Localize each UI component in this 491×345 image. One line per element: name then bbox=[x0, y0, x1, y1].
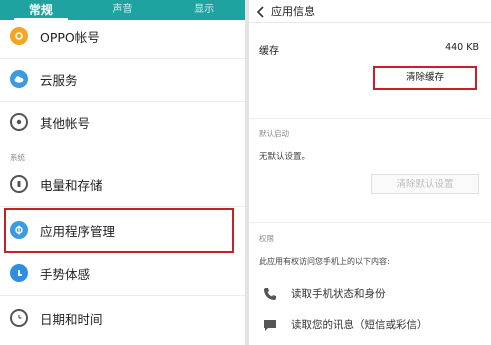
settings-item-date-time[interactable]: 日期和时间 bbox=[0, 298, 245, 338]
gesture-icon bbox=[10, 264, 28, 282]
settings-item-gestures[interactable]: 手势体感 bbox=[0, 253, 245, 293]
settings-item-other-accounts[interactable]: 其他帐号 bbox=[0, 102, 245, 142]
divider bbox=[249, 222, 491, 223]
settings-item-label: 日期和时间 bbox=[40, 311, 103, 327]
cache-value: 440 KB bbox=[445, 42, 479, 53]
back-chevron-icon[interactable] bbox=[255, 4, 267, 18]
battery-storage-icon bbox=[10, 175, 28, 193]
settings-panel: 常规 声音 显示 OPPO帐号 云服务 其他帐号 系统 电量和存储 应用程序管理… bbox=[0, 0, 245, 345]
cache-label: 缓存 bbox=[259, 46, 279, 57]
permission-label: 读取手机状态和身份 bbox=[291, 288, 386, 300]
section-label-default-launch: 默认启动 bbox=[259, 129, 289, 138]
app-info-header: 应用信息 bbox=[249, 0, 491, 23]
section-label-system: 系统 bbox=[10, 153, 25, 162]
phone-icon bbox=[263, 286, 277, 300]
settings-item-cloud[interactable]: 云服务 bbox=[0, 59, 245, 99]
permissions-intro: 此应用有权访问您手机上的以下内容: bbox=[259, 257, 390, 266]
no-defaults-text: 无默认设置。 bbox=[259, 152, 311, 162]
cloud-icon bbox=[10, 70, 28, 88]
divider bbox=[0, 206, 245, 207]
highlight-box-app-management bbox=[4, 208, 234, 253]
settings-item-label: 电量和存储 bbox=[40, 177, 103, 193]
app-info-panel: 应用信息 缓存 440 KB 清除缓存 默认启动 无默认设置。 清除默认设置 权… bbox=[249, 0, 491, 345]
permission-item-phone-state: 读取手机状态和身份 bbox=[249, 282, 491, 306]
permission-item-messages: 读取您的讯息（短信或彩信） bbox=[249, 313, 491, 337]
settings-item-label: 云服务 bbox=[40, 72, 78, 88]
clear-defaults-button[interactable]: 清除默认设置 bbox=[371, 174, 479, 194]
settings-item-battery-storage[interactable]: 电量和存储 bbox=[0, 164, 245, 204]
page-title: 应用信息 bbox=[271, 5, 315, 18]
settings-item-label: 手势体感 bbox=[40, 266, 91, 282]
clock-icon bbox=[10, 309, 28, 327]
accounts-icon bbox=[10, 113, 28, 131]
permission-label: 读取您的讯息（短信或彩信） bbox=[291, 319, 428, 331]
settings-item-label: 其他帐号 bbox=[40, 115, 91, 131]
divider bbox=[0, 295, 245, 296]
oppo-account-icon bbox=[10, 27, 28, 45]
message-icon bbox=[263, 317, 277, 331]
divider bbox=[249, 118, 491, 119]
settings-item-oppo-account[interactable]: OPPO帐号 bbox=[0, 16, 245, 56]
clear-cache-button[interactable]: 清除缓存 bbox=[373, 66, 477, 90]
settings-item-label: OPPO帐号 bbox=[40, 29, 100, 45]
section-label-permissions: 权限 bbox=[259, 234, 274, 243]
